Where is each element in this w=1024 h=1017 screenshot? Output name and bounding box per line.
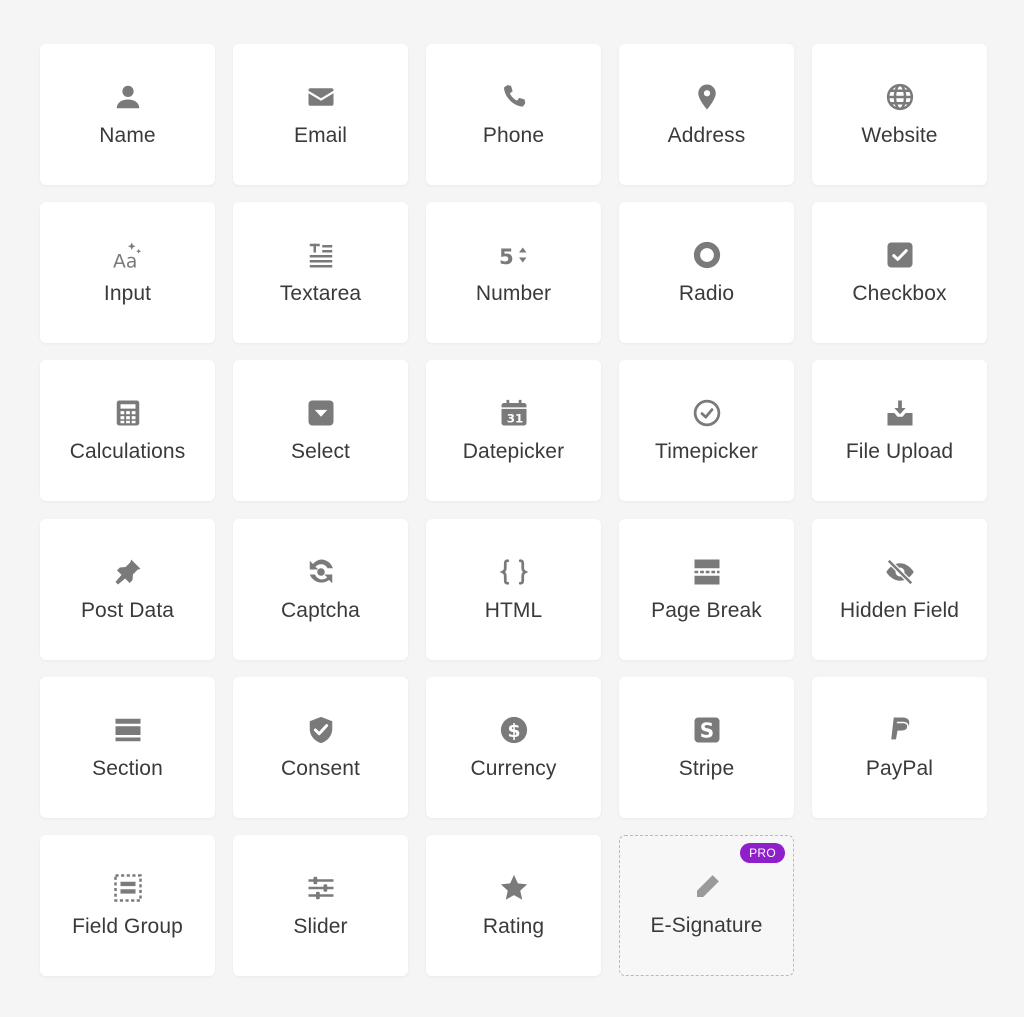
email-icon [306,82,336,112]
field-tile-post-data[interactable]: Post Data [40,518,215,660]
textarea-icon [306,240,336,270]
field-label: File Upload [845,440,954,464]
field-tile-input[interactable]: Aa Input [40,202,215,344]
field-tile-file-upload[interactable]: File Upload [812,360,987,502]
field-tile-currency[interactable]: $ Currency [426,676,601,818]
field-tile-consent[interactable]: Consent [233,676,408,818]
field-label: Email [293,124,347,147]
field-tile-rating[interactable]: Rating [426,834,601,976]
field-label: Phone [482,124,545,147]
map-pin-icon [692,82,722,112]
field-label: Radio [678,282,735,306]
phone-icon [499,82,529,112]
field-tile-stripe[interactable]: S Stripe [619,676,794,818]
shield-check-icon [306,715,336,745]
field-tile-captcha[interactable]: Captcha [233,518,408,660]
calendar-icon: 31 [499,398,529,428]
field-label: Number [475,282,552,306]
svg-text:31: 31 [506,412,523,426]
pin-icon [113,557,143,587]
upload-tray-icon [885,398,915,428]
field-tile-phone[interactable]: Phone [426,44,601,185]
field-tile-field-group[interactable]: Field Group [40,834,215,976]
field-label: E-Signature [650,914,763,938]
field-tile-address[interactable]: Address [619,44,794,185]
field-label: Name [99,124,156,147]
field-tile-hidden-field[interactable]: Hidden Field [812,518,987,660]
field-label: Hidden Field [839,598,960,622]
code-braces-icon [499,557,529,587]
stripe-icon: S [692,715,722,745]
field-label: Captcha [281,598,360,622]
dollar-circle-icon: $ [499,715,529,745]
field-palette: Name Email Phone Address Website Aa Inpu… [40,44,987,976]
field-label: Select [291,440,350,464]
field-tile-html[interactable]: HTML [426,518,601,660]
field-label: Timepicker [655,440,758,464]
field-label: Input [103,282,152,306]
field-tile-slider[interactable]: Slider [233,834,408,976]
field-label: Textarea [279,282,362,306]
captcha-icon [306,557,336,587]
field-label: Consent [281,756,360,780]
pro-badge: PRO [740,842,785,863]
field-tile-timepicker[interactable]: Timepicker [619,360,794,502]
clock-icon [692,398,722,428]
checkbox-icon [885,240,915,270]
eye-slash-icon [885,557,915,587]
svg-text:5: 5 [499,245,514,270]
field-label: Currency [470,756,557,780]
field-tile-e-signature[interactable]: PRO E-Signature [619,834,794,976]
pencil-icon [692,872,722,902]
calculator-icon [113,398,143,428]
star-icon [499,873,529,903]
field-tile-textarea[interactable]: Textarea [233,202,408,344]
field-label: Page Break [651,598,762,622]
field-label: Calculations [69,440,186,464]
field-tile-radio[interactable]: Radio [619,202,794,344]
svg-text:$: $ [507,721,520,742]
field-label: Post Data [80,598,175,622]
field-label: PayPal [865,756,934,780]
field-label: Section [92,756,163,780]
page-break-icon [692,557,722,587]
field-tile-page-break[interactable]: Page Break [619,518,794,660]
sliders-icon [306,873,336,903]
select-dropdown-icon [306,398,336,428]
svg-text:S: S [699,718,713,742]
field-tile-website[interactable]: Website [812,44,987,185]
field-label: Stripe [678,756,735,780]
globe-icon [885,82,915,112]
field-tile-paypal[interactable]: PayPal [812,676,987,818]
user-icon [113,82,143,112]
field-label: Slider [293,914,348,938]
number-stepper-icon: 5 [499,240,529,270]
field-tile-number[interactable]: 5 Number [426,202,601,344]
field-label: Website [861,124,938,147]
field-group-icon [113,873,143,903]
field-label: Rating [482,914,545,938]
radio-icon [692,240,722,270]
section-icon [113,715,143,745]
field-tile-email[interactable]: Email [233,44,408,185]
field-label: HTML [484,598,543,622]
field-label: Address [667,124,746,147]
field-tile-select[interactable]: Select [233,360,408,502]
paypal-icon [885,715,915,745]
svg-text:Aa: Aa [113,252,137,271]
field-label: Datepicker [462,440,565,464]
field-tile-section[interactable]: Section [40,676,215,818]
field-label: Checkbox [852,282,947,306]
field-label: Field Group [72,914,183,938]
field-tile-calculations[interactable]: Calculations [40,360,215,502]
field-tile-checkbox[interactable]: Checkbox [812,202,987,344]
field-tile-name[interactable]: Name [40,44,215,185]
field-tile-datepicker[interactable]: 31 Datepicker [426,360,601,502]
text-sparkle-icon: Aa [113,240,143,270]
